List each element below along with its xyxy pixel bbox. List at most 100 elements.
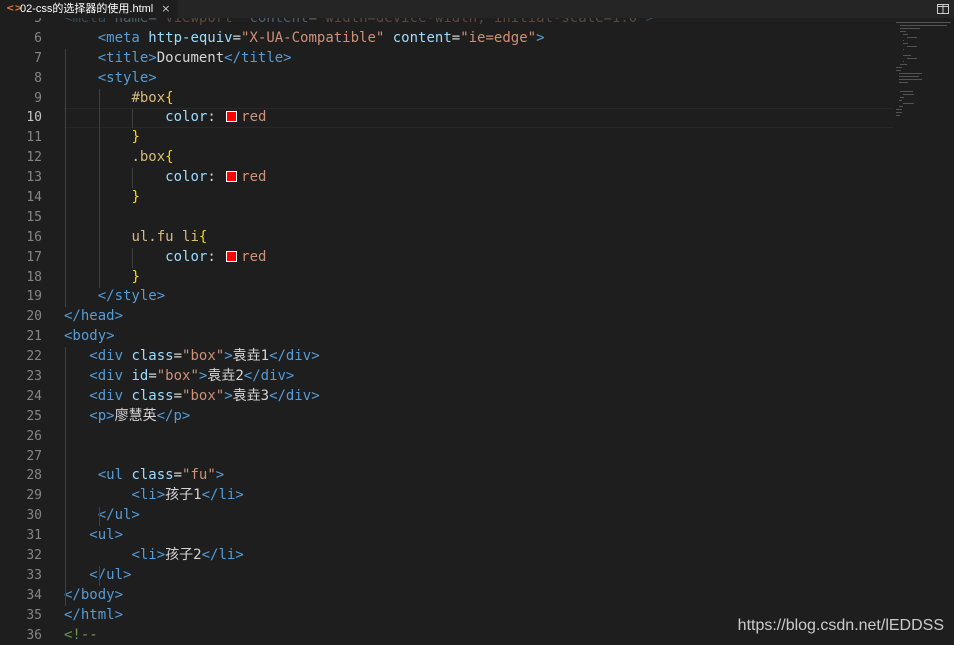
code-token: { xyxy=(165,89,174,106)
line-code: <meta name="viewport" content="width=dev… xyxy=(64,18,654,29)
code-token: = xyxy=(232,29,242,46)
code-line[interactable]: 18 } xyxy=(0,268,893,288)
close-icon[interactable]: × xyxy=(161,0,170,18)
code-line[interactable]: 27 xyxy=(0,447,893,467)
line-number: 5 xyxy=(34,18,42,26)
split-editor-icon[interactable] xyxy=(936,2,950,16)
code-token: "box" xyxy=(156,368,199,385)
code-token: <div xyxy=(89,387,132,404)
line-code: <li>孩子2</li> xyxy=(64,546,243,566)
code-token: Document xyxy=(156,49,225,66)
code-line[interactable]: 7 <title>Document</title> xyxy=(0,49,893,69)
minimap-line xyxy=(906,58,917,59)
line-code: <ul> xyxy=(64,526,123,546)
code-line[interactable]: 15 xyxy=(0,208,893,228)
color-swatch-icon[interactable] xyxy=(226,111,238,123)
code-token: "X-UA-Compatible" xyxy=(241,29,393,46)
minimap-line xyxy=(896,115,900,116)
minimap-line xyxy=(896,70,902,71)
code-token: > xyxy=(536,29,545,46)
code-token: "width=device-width, initial-scale=1.0" xyxy=(316,18,646,26)
code-editor[interactable]: 5 <meta name="viewport" content="width=de… xyxy=(0,18,893,645)
code-line[interactable]: 19 </style> xyxy=(0,287,893,307)
code-line[interactable]: 8 <style> xyxy=(0,69,893,89)
color-swatch-icon[interactable] xyxy=(226,171,238,183)
minimap-line xyxy=(899,28,921,29)
code-token: class xyxy=(131,387,174,404)
code-line[interactable]: 33 </ul> xyxy=(0,566,893,586)
line-code: ul.fu li{ xyxy=(64,228,207,248)
line-code: <title>Document</title> xyxy=(64,49,292,69)
code-line[interactable]: 16 ul.fu li{ xyxy=(0,228,893,248)
code-line[interactable]: 28 <ul class="fu"> xyxy=(0,466,893,486)
code-line[interactable]: 9 #box{ xyxy=(0,89,893,109)
code-token: meta xyxy=(72,18,115,26)
code-line[interactable]: 6 <meta http-equiv="X-UA-Compatible" con… xyxy=(0,29,893,49)
code-line[interactable]: 11 } xyxy=(0,128,893,148)
minimap-line xyxy=(899,31,906,32)
code-token: content xyxy=(392,29,452,46)
code-token: </div> xyxy=(243,368,295,385)
html-file-icon: <> xyxy=(6,3,23,14)
line-code: color: red xyxy=(64,168,266,188)
code-token: "box" xyxy=(182,348,225,365)
code-line[interactable]: 34 </body> xyxy=(0,586,893,606)
code-line[interactable]: 29 <li>孩子1</li> xyxy=(0,486,893,506)
code-line[interactable]: 21 <body> xyxy=(0,327,893,347)
minimap-line xyxy=(903,94,914,95)
code-line[interactable]: 23 <div id="box">袁垚2</div> xyxy=(0,367,893,387)
line-code: <meta http-equiv="X-UA-Compatible" conte… xyxy=(64,29,545,49)
minimap-line xyxy=(903,61,905,62)
code-line[interactable]: 22 <div class="box">袁垚1</div> xyxy=(0,347,893,367)
line-code: </head> xyxy=(64,307,123,327)
code-token: </div> xyxy=(269,348,320,365)
indent-guide xyxy=(98,506,100,527)
code-line[interactable]: 5 <meta name="viewport" content="width=de… xyxy=(0,18,893,29)
code-line[interactable]: 14 } xyxy=(0,188,893,208)
minimap-line xyxy=(898,79,923,80)
code-token: : xyxy=(207,248,225,265)
code-line[interactable]: 32 <li>孩子2</li> xyxy=(0,546,893,566)
code-token: </title> xyxy=(224,49,292,66)
line-code: </ul> xyxy=(64,506,140,526)
minimap[interactable] xyxy=(893,18,954,645)
code-token: <ul> xyxy=(89,527,124,544)
code-line[interactable]: 17 color: red xyxy=(0,248,893,268)
color-swatch-icon[interactable] xyxy=(226,250,238,262)
code-line[interactable]: 26 xyxy=(0,427,893,447)
line-number: 6 xyxy=(34,30,42,46)
code-token: <meta xyxy=(97,29,149,46)
code-token: = xyxy=(308,18,317,26)
code-line[interactable]: 30 </ul> xyxy=(0,506,893,526)
code-line[interactable]: 10 color: red xyxy=(0,108,893,129)
line-number: 32 xyxy=(26,548,42,564)
code-token: <!-- xyxy=(64,626,98,643)
code-token: id xyxy=(131,368,149,385)
code-token: <body> xyxy=(64,328,115,345)
code-line[interactable]: 24 <div class="box">袁垚3</div> xyxy=(0,387,893,407)
line-number: 27 xyxy=(26,448,42,464)
line-code: <!-- xyxy=(64,626,98,645)
code-token: = xyxy=(173,348,183,365)
editor-tab[interactable]: <> 02-css的选择器的使用.html × xyxy=(0,0,178,18)
code-line[interactable]: 31 <ul> xyxy=(0,526,893,546)
minimap-line xyxy=(906,37,917,38)
code-line[interactable]: 12 .box{ xyxy=(0,148,893,168)
code-line[interactable]: 20 </head> xyxy=(0,307,893,327)
line-number: 36 xyxy=(26,627,42,643)
line-code: <li>孩子1</li> xyxy=(64,486,243,506)
code-line[interactable]: 13 color: red xyxy=(0,168,893,188)
code-token: http-equiv xyxy=(148,29,233,46)
line-number: 31 xyxy=(26,528,42,544)
line-number: 21 xyxy=(26,329,42,345)
code-token: 廖慧英 xyxy=(114,407,157,424)
minimap-line xyxy=(903,49,905,50)
code-line[interactable]: 25 <p>廖慧英</p> xyxy=(0,407,893,427)
